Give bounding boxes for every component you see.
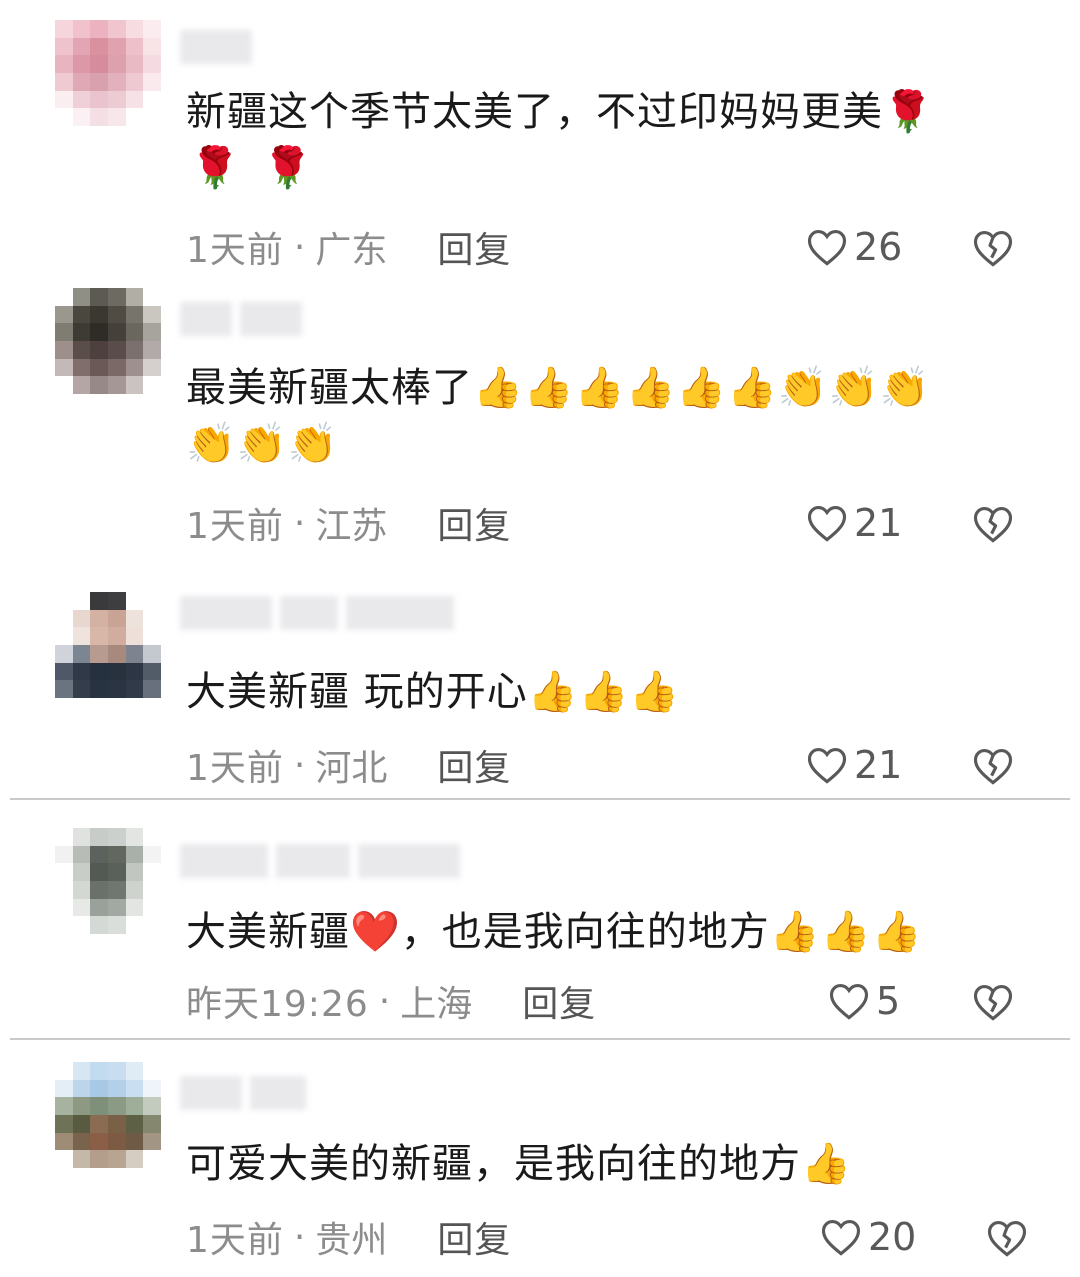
- comment-time: 昨天19:26: [186, 984, 369, 1025]
- username-blurred[interactable]: [180, 30, 252, 64]
- comment-meta: 昨天19:26 · 上海 回复: [186, 976, 596, 1026]
- thumbs-up-emoji: 👍: [625, 365, 677, 411]
- comment-text: 新疆这个季节太美了，不过印妈妈更美🌹 🌹 🌹: [186, 84, 1036, 196]
- like-count: 20: [868, 1215, 917, 1259]
- clapping-hands-emoji: 👏: [186, 421, 237, 467]
- like-count: 5: [876, 979, 901, 1023]
- like-button[interactable]: 26: [806, 222, 902, 272]
- like-button[interactable]: 5: [828, 976, 900, 1026]
- like-count: 26: [854, 225, 903, 269]
- meta-separator: ·: [378, 980, 391, 1022]
- avatar[interactable]: [55, 20, 161, 126]
- username-blurred[interactable]: [180, 596, 454, 630]
- broken-heart-icon[interactable]: [972, 982, 1014, 1022]
- heart-outline-icon: [821, 1220, 861, 1256]
- comment-text-after: ，也是我向往的地方: [400, 909, 770, 955]
- clapping-hands-emoji: 👏: [777, 365, 829, 411]
- heart-outline-icon: [807, 506, 847, 542]
- red-heart-emoji: ❤️: [350, 909, 401, 955]
- thumbs-up-emoji: 👍: [527, 669, 579, 715]
- comment-text-before: 大美新疆: [186, 909, 350, 955]
- comment-meta: 1天前 · 广东 回复: [186, 222, 511, 272]
- comment-item: 大美新疆❤️，也是我向往的地方👍👍👍 昨天19:26 · 上海 回复 5: [0, 800, 1080, 1038]
- heart-outline-icon: [807, 748, 847, 784]
- clapping-hands-emoji: 👏: [236, 421, 288, 467]
- thumbs-up-emoji: 👍: [820, 909, 872, 955]
- comment-text: 最美新疆太棒了👍👍👍👍👍👍👏👏👏 👏👏👏: [186, 360, 1036, 472]
- comment-text-content: 大美新疆 玩的开心: [186, 669, 528, 715]
- thumbs-up-emoji: 👍: [801, 1141, 852, 1187]
- heart-outline-icon: [807, 230, 847, 266]
- like-button[interactable]: 21: [806, 740, 902, 790]
- avatar[interactable]: [55, 592, 161, 698]
- thumbs-up-emoji: 👍: [727, 365, 778, 411]
- meta-separator: ·: [293, 1216, 306, 1258]
- clapping-hands-emoji: 👏: [287, 421, 339, 467]
- rose-emoji: 🌹: [262, 145, 314, 191]
- thumbs-up-emoji: 👍: [629, 669, 681, 715]
- comment-text: 大美新疆 玩的开心👍👍👍: [186, 664, 1036, 720]
- avatar[interactable]: [55, 1062, 161, 1168]
- broken-heart-icon[interactable]: [986, 1218, 1028, 1258]
- like-count: 21: [854, 501, 903, 545]
- comment-location: 江苏: [315, 506, 388, 547]
- clapping-hands-emoji: 👏: [879, 365, 931, 411]
- thumbs-up-emoji: 👍: [473, 365, 524, 411]
- avatar[interactable]: [55, 828, 161, 934]
- thumbs-up-emoji: 👍: [578, 669, 630, 715]
- username-blurred[interactable]: [180, 1076, 306, 1110]
- reply-button[interactable]: 回复: [437, 739, 511, 791]
- reply-button[interactable]: 回复: [522, 975, 596, 1027]
- comment-item: 大美新疆 玩的开心👍👍👍 1天前 · 河北 回复 21: [0, 570, 1080, 798]
- reply-button[interactable]: 回复: [437, 221, 511, 273]
- thumbs-up-emoji: 👍: [676, 365, 728, 411]
- broken-heart-icon[interactable]: [972, 228, 1014, 268]
- meta-separator: ·: [293, 226, 306, 268]
- comment-item: 最美新疆太棒了👍👍👍👍👍👍👏👏👏 👏👏👏 1天前 · 江苏 回复 21: [0, 280, 1080, 570]
- broken-heart-icon[interactable]: [972, 746, 1014, 786]
- like-button[interactable]: 21: [806, 498, 902, 548]
- comment-location: 广东: [315, 230, 388, 271]
- comment-item: 可爱大美的新疆，是我向往的地方👍 1天前 · 贵州 回复 20: [0, 1040, 1080, 1277]
- comment-time: 1天前: [186, 230, 284, 271]
- comment-text: 大美新疆❤️，也是我向往的地方👍👍👍: [186, 904, 1036, 960]
- comment-location: 河北: [315, 748, 388, 789]
- broken-heart-icon[interactable]: [972, 504, 1014, 544]
- comment-meta: 1天前 · 河北 回复: [186, 740, 511, 790]
- username-blurred[interactable]: [180, 844, 460, 878]
- meta-separator: ·: [293, 744, 306, 786]
- comment-text-content: 可爱大美的新疆，是我向往的地方: [186, 1141, 801, 1187]
- reply-button[interactable]: 回复: [437, 1211, 511, 1263]
- thumbs-up-emoji: 👍: [523, 365, 575, 411]
- avatar[interactable]: [55, 288, 161, 394]
- clapping-hands-emoji: 👏: [828, 365, 880, 411]
- like-count: 21: [854, 743, 903, 787]
- reply-button[interactable]: 回复: [437, 497, 511, 549]
- comment-time: 1天前: [186, 506, 284, 547]
- comment-text-content: 新疆这个季节太美了，不过印妈妈更美: [186, 89, 883, 135]
- heart-outline-icon: [829, 984, 869, 1020]
- comment-location: 贵州: [315, 1220, 388, 1261]
- like-button[interactable]: 20: [820, 1212, 916, 1262]
- username-blurred[interactable]: [180, 302, 302, 336]
- thumbs-up-emoji: 👍: [574, 365, 626, 411]
- thumbs-up-emoji: 👍: [871, 909, 923, 955]
- comment-meta: 1天前 · 贵州 回复: [186, 1212, 511, 1262]
- meta-separator: ·: [293, 502, 306, 544]
- comment-time: 1天前: [186, 1220, 284, 1261]
- comment-meta: 1天前 · 江苏 回复: [186, 498, 511, 548]
- rose-emoji: 🌹: [190, 145, 241, 191]
- comment-item: 新疆这个季节太美了，不过印妈妈更美🌹 🌹 🌹 1天前 · 广东 回复 26: [0, 0, 1080, 280]
- comment-location: 上海: [400, 984, 473, 1025]
- comment-text-content: 最美新疆太棒了: [186, 365, 473, 411]
- thumbs-up-emoji: 👍: [769, 909, 821, 955]
- comment-text: 可爱大美的新疆，是我向往的地方👍: [186, 1136, 1036, 1192]
- rose-emoji: 🌹: [883, 89, 934, 135]
- comment-time: 1天前: [186, 748, 284, 789]
